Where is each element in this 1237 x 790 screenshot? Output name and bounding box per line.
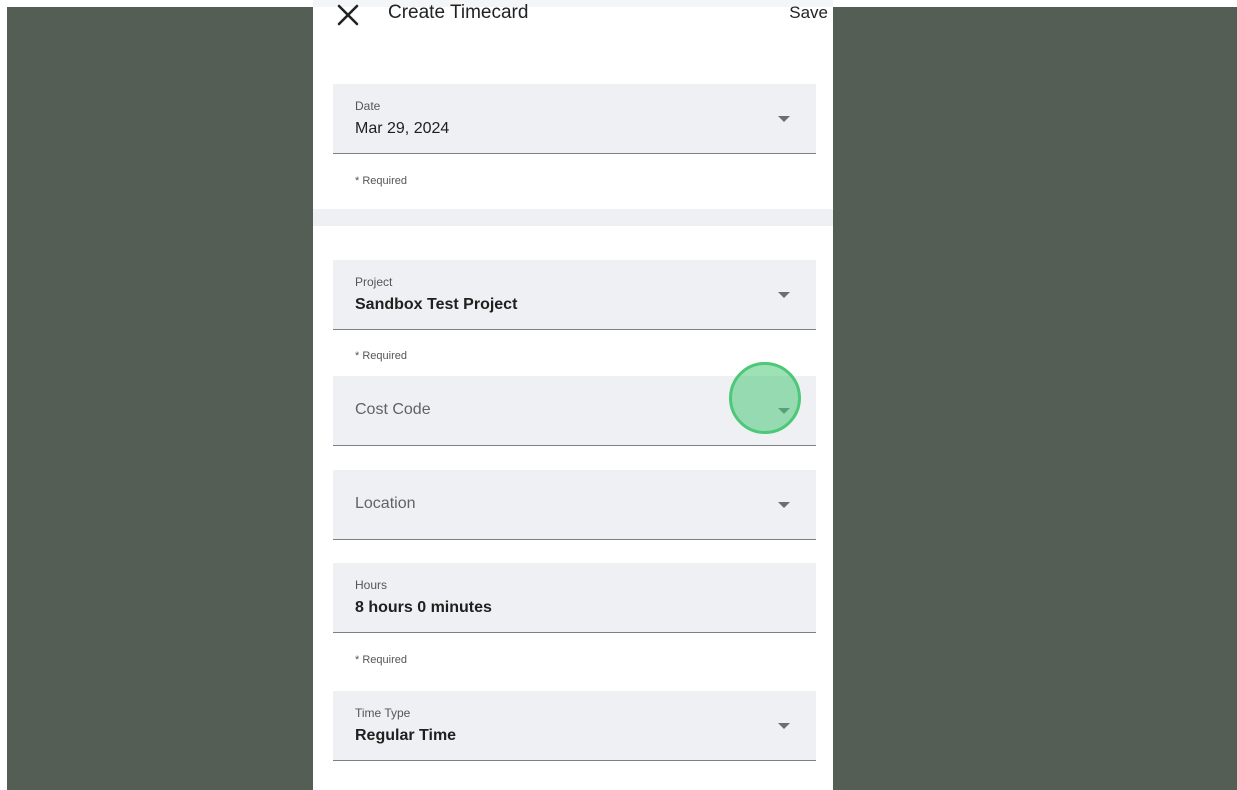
project-field[interactable]: Project Sandbox Test Project	[333, 260, 816, 330]
page-title: Create Timecard	[388, 2, 529, 23]
location-placeholder: Location	[355, 495, 416, 512]
close-button[interactable]	[335, 2, 361, 28]
chevron-down-icon	[778, 723, 790, 729]
date-required-hint: * Required	[355, 175, 407, 187]
chevron-down-icon	[778, 502, 790, 508]
hours-required-hint: * Required	[355, 654, 407, 666]
time-type-value: Regular Time	[355, 727, 457, 744]
hours-label: Hours	[355, 578, 388, 592]
project-required-hint: * Required	[355, 350, 407, 362]
cost-code-field[interactable]: Cost Code	[333, 376, 816, 446]
time-type-label: Time Type	[355, 706, 411, 720]
date-label: Date	[355, 99, 381, 113]
close-icon	[337, 4, 359, 26]
header-bar: Create Timecard Save	[313, 0, 833, 30]
section-divider	[313, 209, 833, 226]
location-field[interactable]: Location	[333, 470, 816, 540]
project-value: Sandbox Test Project	[355, 296, 518, 313]
chevron-down-icon	[778, 292, 790, 298]
save-button[interactable]: Save	[789, 3, 828, 23]
project-label: Project	[355, 275, 393, 289]
date-field[interactable]: Date Mar 29, 2024	[333, 84, 816, 154]
chevron-down-icon	[778, 408, 790, 414]
create-timecard-screen: Create Timecard Save Date Mar 29, 2024 *…	[313, 0, 833, 790]
cost-code-placeholder: Cost Code	[355, 401, 431, 418]
hours-field[interactable]: Hours 8 hours 0 minutes	[333, 563, 816, 633]
date-value: Mar 29, 2024	[355, 120, 450, 137]
time-type-field[interactable]: Time Type Regular Time	[333, 691, 816, 761]
chevron-down-icon	[778, 116, 790, 122]
hours-value: 8 hours 0 minutes	[355, 599, 492, 616]
